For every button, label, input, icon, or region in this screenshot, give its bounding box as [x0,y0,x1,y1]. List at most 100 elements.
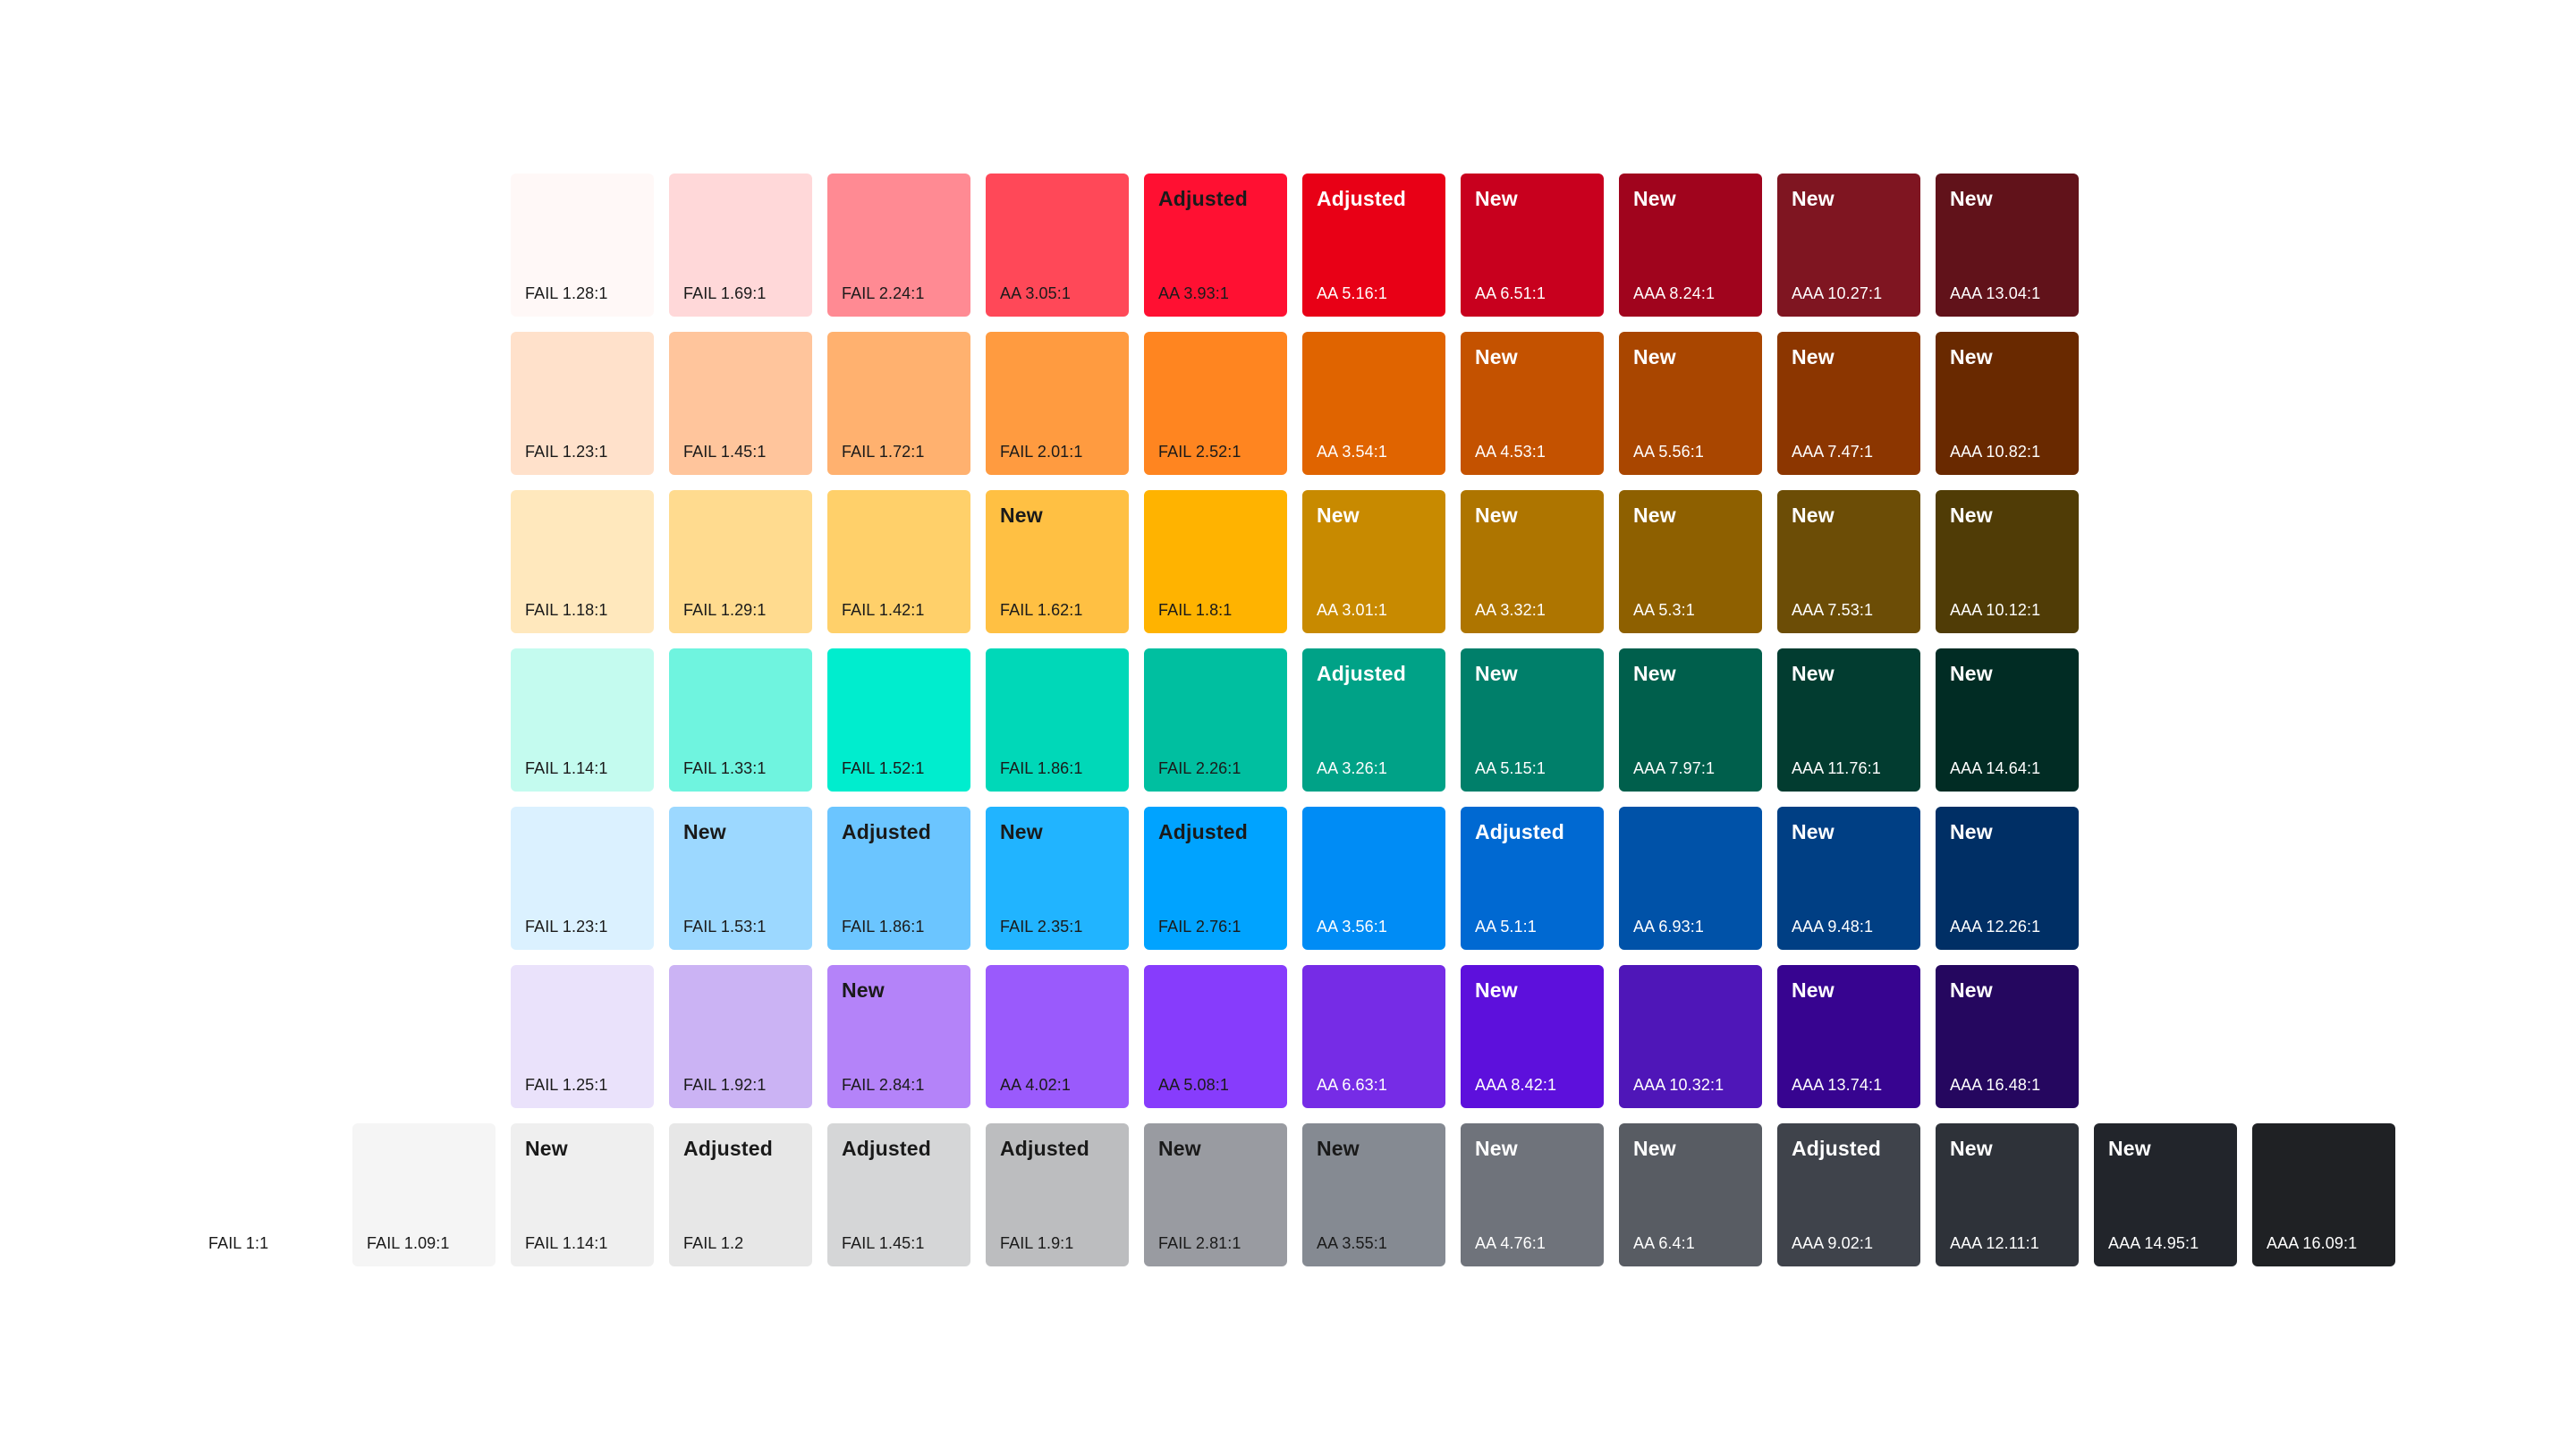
swatch-status-tag: New [1950,504,1993,527]
swatch-teal-2: FAIL 1.33:1 [669,648,812,792]
contrast-ratio-label: AA 6.51:1 [1475,284,1546,302]
contrast-ratio-label: AA 5.56:1 [1633,443,1704,461]
contrast-ratio-label: AA 4.53:1 [1475,443,1546,461]
swatch-orange-10: New AAA 10.82:1 [1936,332,2079,475]
swatch-blue-1: FAIL 1.23:1 [511,807,654,950]
swatch-status-tag: Adjusted [1792,1137,1881,1160]
contrast-ratio-label: FAIL 1.86:1 [1000,759,1083,777]
swatch-orange-4: FAIL 2.01:1 [986,332,1129,475]
swatch-status-tag: Adjusted [1475,820,1564,843]
contrast-ratio-label: AAA 7.53:1 [1792,601,1874,619]
contrast-ratio-label: AA 5.3:1 [1633,601,1695,619]
contrast-ratio-label: FAIL 1.45:1 [683,443,767,461]
swatch-status-tag: Adjusted [1158,187,1248,210]
contrast-ratio-label: FAIL 1.52:1 [842,759,925,777]
swatch-gray-3: New FAIL 1.14:1 [511,1123,654,1266]
swatch-yellow-6: New AA 3.01:1 [1302,490,1445,633]
swatch-yellow-7: New AA 3.32:1 [1461,490,1604,633]
contrast-ratio-label: FAIL 2.35:1 [1000,918,1083,936]
contrast-ratio-label: AAA 12.11:1 [1950,1234,2039,1252]
swatch-teal-9: New AAA 11.76:1 [1777,648,1920,792]
swatch-red-7: New AA 6.51:1 [1461,174,1604,317]
swatch-purple-10: New AAA 16.48:1 [1936,965,2079,1108]
swatch-teal-3: FAIL 1.52:1 [827,648,970,792]
swatch-blue-9: New AAA 9.48:1 [1777,807,1920,950]
swatch-gray-11: Adjusted AAA 9.02:1 [1777,1123,1920,1266]
swatch-status-tag: New [1000,504,1043,527]
contrast-ratio-label: AAA 13.04:1 [1950,284,2041,302]
swatch-status-tag: New [1475,1137,1518,1160]
swatch-gray-7: New FAIL 2.81:1 [1144,1123,1287,1266]
swatch-yellow-5: FAIL 1.8:1 [1144,490,1287,633]
swatch-gray-1: FAIL 1:1 [194,1123,337,1266]
contrast-ratio-label: AA 3.93:1 [1158,284,1229,302]
swatch-purple-9: New AAA 13.74:1 [1777,965,1920,1108]
swatch-gray-2: FAIL 1.09:1 [352,1123,496,1266]
contrast-ratio-label: AAA 8.24:1 [1633,284,1716,302]
swatch-orange-9: New AAA 7.47:1 [1777,332,1920,475]
swatch-gray-10: New AA 6.4:1 [1619,1123,1762,1266]
swatch-status-tag: New [1792,504,1835,527]
swatch-yellow-3: FAIL 1.42:1 [827,490,970,633]
contrast-ratio-label: AA 6.63:1 [1317,1076,1387,1094]
swatch-status-tag: Adjusted [1158,820,1248,843]
contrast-ratio-label: AA 3.01:1 [1317,601,1387,619]
contrast-ratio-label: FAIL 2.01:1 [1000,443,1083,461]
swatch-yellow-10: New AAA 10.12:1 [1936,490,2079,633]
contrast-ratio-label: AAA 16.48:1 [1950,1076,2041,1094]
swatch-blue-10: New AAA 12.26:1 [1936,807,2079,950]
swatch-gray-12: New AAA 12.11:1 [1936,1123,2079,1266]
contrast-ratio-label: FAIL 1.23:1 [525,918,608,936]
swatch-red-9: New AAA 10.27:1 [1777,174,1920,317]
contrast-ratio-label: FAIL 1.23:1 [525,443,608,461]
swatch-status-tag: New [1158,1137,1201,1160]
contrast-ratio-label: AAA 10.12:1 [1950,601,2041,619]
swatch-purple-1: FAIL 1.25:1 [511,965,654,1108]
swatch-status-tag: New [2108,1137,2151,1160]
contrast-ratio-label: FAIL 1.14:1 [525,759,608,777]
swatch-teal-5: FAIL 2.26:1 [1144,648,1287,792]
swatch-orange-5: FAIL 2.52:1 [1144,332,1287,475]
contrast-ratio-label: FAIL 1:1 [208,1234,269,1252]
swatch-orange-7: New AA 4.53:1 [1461,332,1604,475]
swatch-teal-7: New AA 5.15:1 [1461,648,1604,792]
swatch-yellow-4: New FAIL 1.62:1 [986,490,1129,633]
swatch-status-tag: New [1475,345,1518,368]
swatch-orange-8: New AA 5.56:1 [1619,332,1762,475]
swatch-gray-14: AAA 16.09:1 [2252,1123,2395,1266]
contrast-ratio-label: FAIL 2.24:1 [842,284,925,302]
swatch-purple-7: New AAA 8.42:1 [1461,965,1604,1108]
swatch-yellow-1: FAIL 1.18:1 [511,490,654,633]
contrast-ratio-label: AA 5.1:1 [1475,918,1537,936]
contrast-ratio-label: AAA 8.42:1 [1475,1076,1557,1094]
contrast-ratio-label: FAIL 1.42:1 [842,601,925,619]
swatch-status-tag: Adjusted [1317,662,1406,685]
swatch-gray-9: New AA 4.76:1 [1461,1123,1604,1266]
contrast-ratio-label: FAIL 2.52:1 [1158,443,1241,461]
contrast-ratio-label: FAIL 1.8:1 [1158,601,1233,619]
contrast-ratio-label: AAA 11.76:1 [1792,759,1881,777]
swatch-status-tag: New [1633,504,1676,527]
contrast-ratio-label: FAIL 1.33:1 [683,759,767,777]
contrast-ratio-label: AAA 7.47:1 [1792,443,1874,461]
swatch-purple-5: AA 5.08:1 [1144,965,1287,1108]
contrast-ratio-label: AA 5.15:1 [1475,759,1546,777]
contrast-ratio-label: FAIL 1.2 [683,1234,744,1252]
swatch-blue-8: AA 6.93:1 [1619,807,1762,950]
swatch-blue-7: Adjusted AA 5.1:1 [1461,807,1604,950]
swatch-gray-8: New AA 3.55:1 [1302,1123,1445,1266]
swatch-blue-3: Adjusted FAIL 1.86:1 [827,807,970,950]
contrast-ratio-label: FAIL 2.84:1 [842,1076,925,1094]
swatch-teal-1: FAIL 1.14:1 [511,648,654,792]
swatch-status-tag: New [1950,820,1993,843]
contrast-ratio-label: AAA 10.32:1 [1633,1076,1724,1094]
swatch-status-tag: New [1475,504,1518,527]
contrast-ratio-label: AAA 9.48:1 [1792,918,1874,936]
swatch-red-4: AA 3.05:1 [986,174,1129,317]
contrast-ratio-label: AA 6.93:1 [1633,918,1704,936]
contrast-ratio-label: AA 5.16:1 [1317,284,1387,302]
swatch-yellow-8: New AA 5.3:1 [1619,490,1762,633]
swatch-blue-6: AA 3.56:1 [1302,807,1445,950]
contrast-ratio-label: AA 5.08:1 [1158,1076,1229,1094]
contrast-ratio-label: AAA 14.95:1 [2108,1234,2199,1252]
